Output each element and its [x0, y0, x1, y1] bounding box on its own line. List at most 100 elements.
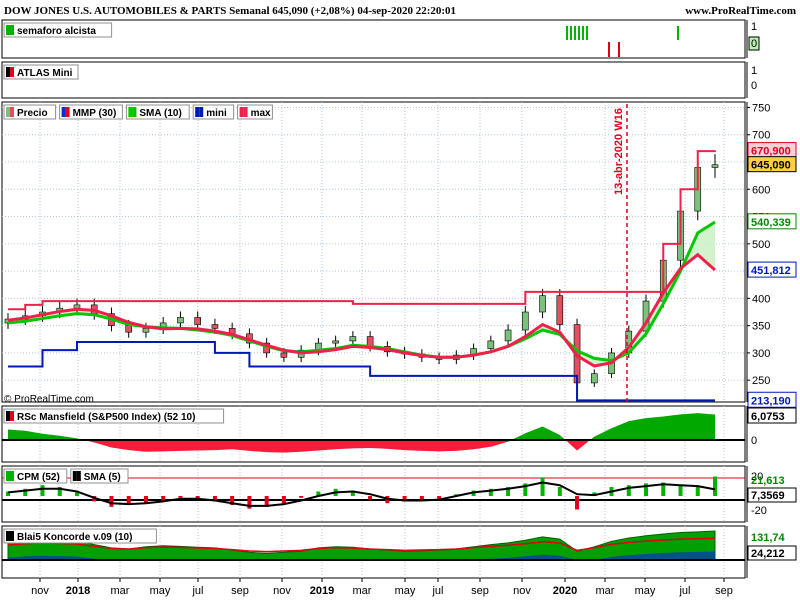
cpm-bar	[575, 496, 580, 510]
legend-swatch	[10, 107, 14, 117]
y-tick-label: 250	[752, 375, 770, 387]
legend-swatch	[72, 471, 77, 481]
x-tick-label: jul	[191, 585, 203, 597]
cpm-badge: 21,613	[751, 475, 785, 487]
candle-body	[556, 295, 564, 325]
legend-label: semaforo alcista	[17, 26, 96, 37]
chart-title: DOW JONES U.S. AUTOMOBILES & PARTS Seman…	[4, 5, 456, 17]
price-badge: 540,339	[751, 217, 791, 229]
semaforo-bar	[578, 26, 580, 40]
cpm-bar	[281, 496, 286, 504]
y-tick-label: 750	[752, 102, 770, 114]
cpm-bar	[299, 496, 304, 498]
legend-swatch	[128, 107, 133, 117]
x-tick-label: sep	[231, 585, 249, 597]
semaforo-bar	[566, 26, 568, 40]
legend-swatch	[239, 107, 244, 117]
y-tick-label: 400	[752, 293, 770, 305]
semaforo-bar	[574, 26, 576, 40]
legend-swatch	[6, 107, 10, 117]
x-tick-label: nov	[513, 585, 531, 597]
x-tick-label: mar	[596, 585, 615, 597]
candle-body	[280, 352, 288, 358]
mansfield-tick: 0	[751, 435, 757, 447]
x-tick-label: nov	[273, 585, 291, 597]
panel-frame-atlas	[1, 61, 746, 99]
legend-label: Blai5 Koncorde v.09 (10)	[17, 532, 132, 543]
legend-swatch	[6, 67, 10, 77]
x-tick-label: nov	[31, 585, 49, 597]
panel-frame-price	[1, 101, 746, 403]
candle-body	[590, 373, 598, 384]
candle-body	[504, 329, 512, 342]
cpm-bar	[713, 476, 717, 496]
x-tick-label: mar	[353, 585, 372, 597]
panel-frame-semaforo	[1, 19, 746, 59]
legend-label: ATLAS Mini	[17, 68, 73, 79]
legend-swatch	[6, 411, 10, 421]
legend-swatch	[199, 107, 204, 117]
y-tick-label: 300	[752, 348, 770, 360]
cpm-bar	[368, 496, 373, 500]
price-badge: 670,900	[751, 146, 791, 158]
legend-swatch	[65, 107, 70, 117]
legend-label: SMA (10)	[139, 108, 181, 119]
x-tick-label: jul	[431, 585, 443, 597]
site-label: www.ProRealTime.com	[685, 5, 796, 17]
x-tick-label: may	[395, 585, 416, 597]
semaforo-tick: 1	[751, 21, 757, 33]
candle-body	[194, 317, 201, 325]
x-tick-label: mar	[111, 585, 130, 597]
price-badge: 213,190	[751, 395, 791, 407]
legend-label: Precio	[17, 108, 48, 119]
panel-frames	[1, 19, 748, 579]
candle-body	[711, 164, 719, 168]
semaforo-badge: 0	[751, 38, 757, 50]
semaforo-bar	[586, 26, 588, 40]
annotation-label: 13-abr-2020 W16	[613, 108, 625, 195]
legend-swatch	[6, 471, 10, 481]
legend-swatch	[10, 471, 14, 481]
legend-label: max	[251, 108, 271, 119]
candle-body	[125, 325, 133, 333]
candle-body	[177, 317, 184, 324]
semaforo-down-bar	[618, 42, 620, 57]
semaforo-bar	[677, 26, 679, 40]
chart-area: DOW JONES U.S. AUTOMOBILES & PARTS Seman…	[0, 0, 800, 600]
candle-body	[539, 295, 546, 313]
legend-label: mini	[206, 108, 227, 119]
legend-label: RSc Mansfield (S&P500 Index) (52 10)	[17, 412, 195, 423]
legend-swatch	[195, 107, 200, 117]
legend-swatch	[76, 471, 81, 481]
koncorde-badge: 131,74	[751, 532, 786, 544]
x-tick-label: may	[150, 585, 171, 597]
cpm-bar	[678, 485, 683, 496]
legend-swatch	[243, 107, 248, 117]
candle-body	[487, 340, 495, 349]
candle-body	[211, 324, 219, 329]
koncorde-badge: 24,212	[751, 548, 785, 560]
price-badge: 645,090	[751, 160, 791, 172]
mansfield-badge: 6,0753	[751, 411, 785, 423]
legend-swatch	[132, 107, 137, 117]
legend-swatch	[6, 25, 10, 35]
cpm-bar	[540, 478, 545, 496]
x-tick-label: sep	[471, 585, 489, 597]
semaforo-down-bar	[608, 42, 610, 57]
legend-swatch	[10, 67, 14, 77]
x-tick-label: 2018	[66, 585, 90, 597]
legend-swatch	[6, 531, 10, 541]
cpm-bar	[40, 485, 45, 496]
cpm-tick: -20	[751, 505, 767, 517]
x-tick-label: may	[635, 585, 656, 597]
y-tick-label: 600	[752, 184, 770, 196]
legend-label: MMP (30)	[73, 108, 117, 119]
semaforo-bar	[570, 26, 572, 40]
x-tick-label: jul	[678, 585, 690, 597]
atlas-tick: 1	[751, 65, 757, 77]
candle-body	[522, 311, 529, 331]
legend-swatch	[10, 411, 14, 421]
y-tick-label: 700	[752, 130, 770, 142]
legend-label: SMA (5)	[84, 472, 121, 483]
x-tick-label: 2019	[310, 585, 334, 597]
